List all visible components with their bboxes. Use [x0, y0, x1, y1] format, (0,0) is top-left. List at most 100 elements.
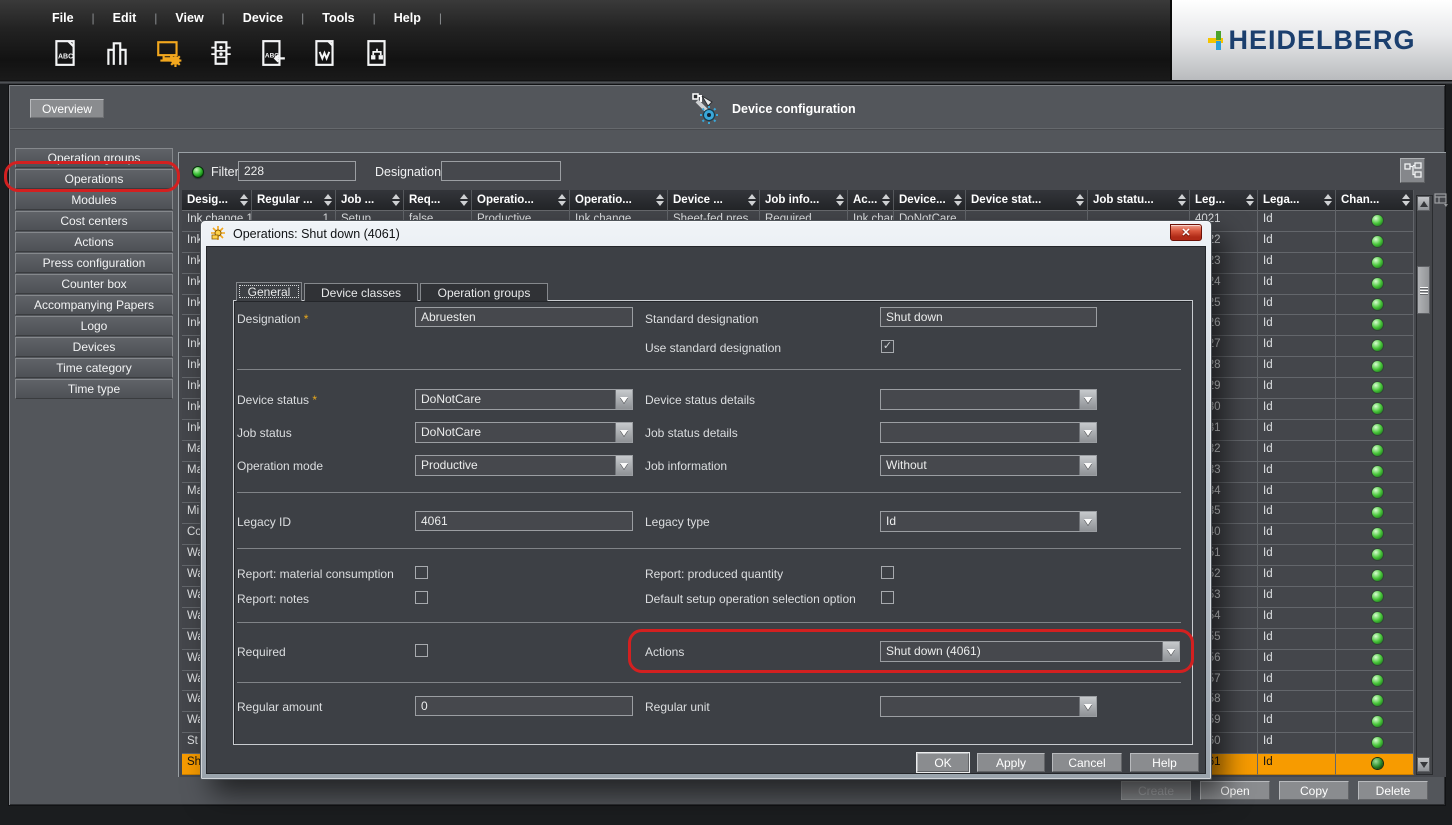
regular-unit-dropdown[interactable]	[880, 696, 1097, 717]
abc-document-icon[interactable]: ABC	[50, 36, 80, 70]
linked-document-icon[interactable]	[362, 36, 392, 70]
ok-button[interactable]: OK	[917, 753, 969, 772]
actions-value: Shut down (4061)	[886, 644, 981, 658]
chevron-down-icon[interactable]	[1079, 390, 1096, 409]
column-header-8[interactable]: Ac...	[848, 190, 894, 211]
report-quantity-checkbox[interactable]	[881, 566, 894, 579]
sidebar-item-press-configuration[interactable]: Press configuration	[15, 253, 173, 273]
chevron-down-icon[interactable]	[1079, 512, 1096, 531]
standard-designation-input[interactable]	[880, 307, 1097, 327]
help-button[interactable]: Help	[1130, 753, 1199, 772]
sidebar-item-actions[interactable]: Actions	[15, 232, 173, 252]
table-cell: Id	[1258, 566, 1336, 587]
dialog-gear-icon	[210, 225, 226, 244]
column-header-0[interactable]: Desig...	[182, 190, 252, 211]
sidebar-item-operations[interactable]: Operations	[15, 169, 173, 189]
scroll-thumb[interactable]	[1417, 266, 1430, 314]
menu-help[interactable]: Help	[386, 9, 429, 27]
overview-tab[interactable]: Overview	[30, 99, 104, 118]
column-header-7[interactable]: Job info...	[760, 190, 848, 211]
use-standard-designation-checkbox[interactable]: ✓	[881, 340, 894, 353]
job-status-details-dropdown[interactable]	[880, 422, 1097, 443]
column-header-4[interactable]: Operatio...	[472, 190, 570, 211]
chevron-down-icon[interactable]	[615, 390, 632, 409]
required-checkbox[interactable]	[415, 644, 428, 657]
changed-status-icon	[1371, 444, 1383, 456]
open-button[interactable]: Open	[1200, 781, 1270, 800]
job-status-dropdown[interactable]: DoNotCare	[415, 422, 633, 443]
legacy-type-value: Id	[886, 514, 897, 528]
filter-input[interactable]	[238, 161, 356, 181]
menu-view[interactable]: View	[167, 9, 211, 27]
column-header-10[interactable]: Device stat...	[966, 190, 1088, 211]
dialog-close-button[interactable]: ✕	[1170, 224, 1202, 241]
table-options-icon[interactable]	[1434, 192, 1450, 208]
designation-input[interactable]	[415, 307, 633, 327]
chevron-down-icon[interactable]	[1079, 456, 1096, 475]
table-cell-changed	[1336, 566, 1414, 587]
menu-edit[interactable]: Edit	[105, 9, 145, 27]
actions-dropdown[interactable]: Shut down (4061)	[880, 641, 1180, 662]
column-header-9[interactable]: Device...	[894, 190, 966, 211]
heidelberg-cross-icon	[1208, 28, 1224, 52]
legacy-id-input[interactable]	[415, 511, 633, 531]
chevron-down-icon[interactable]	[615, 423, 632, 442]
menu-tools[interactable]: Tools	[314, 9, 362, 27]
column-header-11[interactable]: Job statu...	[1088, 190, 1190, 211]
use-standard-designation-label: Use standard designation	[645, 341, 782, 355]
tab-device-classes[interactable]: Device classes	[304, 283, 418, 301]
apply-button[interactable]: Apply	[977, 753, 1045, 772]
report-quantity-label: Report: produced quantity	[645, 567, 784, 581]
scroll-up-button[interactable]	[1417, 196, 1430, 211]
sidebar-item-counter-box[interactable]: Counter box	[15, 274, 173, 294]
column-header-14[interactable]: Chan...	[1336, 190, 1414, 211]
device-status-details-dropdown[interactable]	[880, 389, 1097, 410]
device-status-dropdown[interactable]: DoNotCare	[415, 389, 633, 410]
menu-bar: File | Edit | View | Device | Tools | Help |	[44, 8, 452, 28]
report-material-checkbox[interactable]	[415, 566, 428, 579]
operation-mode-dropdown[interactable]: Productive	[415, 455, 633, 476]
regular-amount-input[interactable]	[415, 696, 633, 716]
chart-icon[interactable]	[102, 36, 132, 70]
sidebar-item-accompanying-papers[interactable]: Accompanying Papers	[15, 295, 173, 315]
cancel-button[interactable]: Cancel	[1052, 753, 1122, 772]
check-document-icon[interactable]	[310, 36, 340, 70]
chevron-down-icon[interactable]	[615, 456, 632, 475]
menu-device[interactable]: Device	[235, 9, 291, 27]
chevron-down-icon[interactable]	[1079, 423, 1096, 442]
column-header-2[interactable]: Job ...	[336, 190, 404, 211]
dialog-titlebar[interactable]: Operations: Shut down (4061)	[210, 224, 400, 244]
chevron-down-icon[interactable]	[1079, 697, 1096, 716]
menu-file[interactable]: File	[44, 9, 82, 27]
abc-import-icon[interactable]: ABC	[258, 36, 288, 70]
sidebar-item-time-category[interactable]: Time category	[15, 358, 173, 378]
delete-button[interactable]: Delete	[1358, 781, 1428, 800]
tab-operation-groups[interactable]: Operation groups	[420, 283, 548, 301]
column-header-6[interactable]: Device ...	[668, 190, 760, 211]
table-cell: Id	[1258, 252, 1336, 274]
sidebar-item-operation-groups[interactable]: Operation groups	[15, 148, 173, 168]
sidebar-item-modules[interactable]: Modules	[15, 190, 173, 210]
column-tree-icon[interactable]	[1400, 158, 1425, 183]
job-information-dropdown[interactable]: Without	[880, 455, 1097, 476]
column-header-13[interactable]: Lega...	[1258, 190, 1336, 211]
default-setup-checkbox[interactable]	[881, 591, 894, 604]
sidebar-item-devices[interactable]: Devices	[15, 337, 173, 357]
designation-filter-input[interactable]	[441, 161, 561, 181]
device-configuration-icon[interactable]	[154, 36, 184, 70]
sidebar-item-logo[interactable]: Logo	[15, 316, 173, 336]
column-header-12[interactable]: Leg...	[1190, 190, 1258, 211]
chevron-down-icon[interactable]	[1162, 642, 1179, 661]
sidebar-item-time-type[interactable]: Time type	[15, 379, 173, 399]
legacy-type-dropdown[interactable]: Id	[880, 511, 1097, 532]
report-notes-checkbox[interactable]	[415, 591, 428, 604]
scroll-down-button[interactable]	[1417, 757, 1430, 772]
copy-button[interactable]: Copy	[1279, 781, 1349, 800]
press-icon[interactable]	[206, 36, 236, 70]
column-header-5[interactable]: Operatio...	[570, 190, 668, 211]
tab-general[interactable]: General	[236, 282, 302, 301]
column-header-3[interactable]: Req...	[404, 190, 472, 211]
column-header-1[interactable]: Regular ...	[252, 190, 336, 211]
sidebar-item-cost-centers[interactable]: Cost centers	[15, 211, 173, 231]
column-header-label: Operatio...	[575, 194, 632, 206]
